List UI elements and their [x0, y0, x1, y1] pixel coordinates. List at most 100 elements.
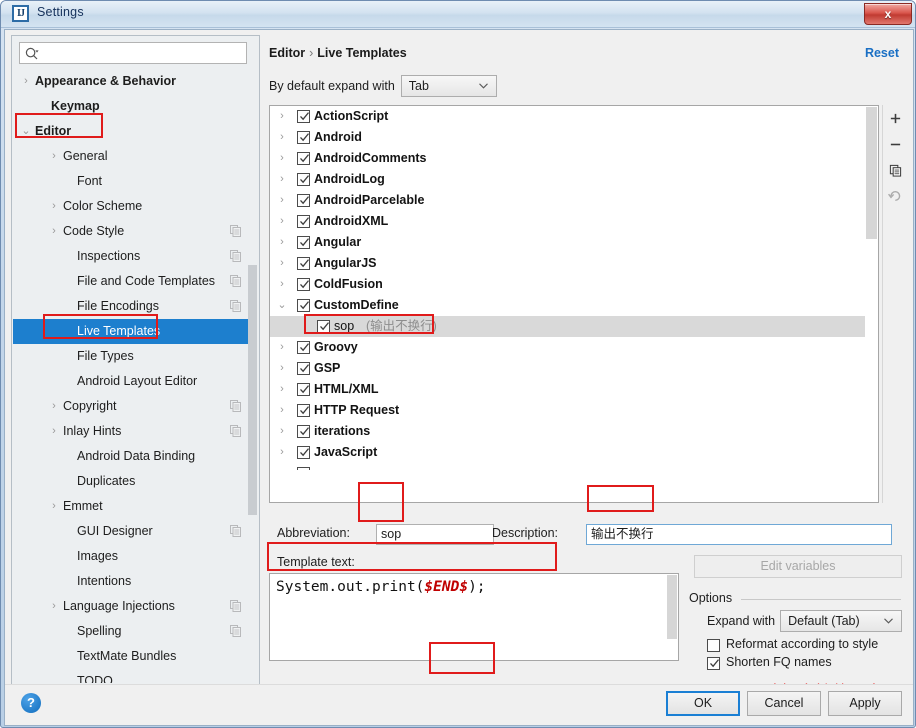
- template-text-scrollbar-thumb[interactable]: [667, 575, 677, 639]
- chevron-right-icon[interactable]: ›: [276, 463, 288, 470]
- chevron-right-icon[interactable]: ›: [48, 219, 60, 244]
- chevron-right-icon[interactable]: ›: [276, 400, 288, 421]
- template-row-actionscript[interactable]: › ActionScript: [270, 106, 878, 127]
- sidebar-item-file-types[interactable]: File Types: [13, 344, 253, 369]
- template-row-angularjs[interactable]: › AngularJS: [270, 253, 878, 274]
- chevron-right-icon[interactable]: ›: [48, 594, 60, 619]
- template-checkbox[interactable]: [297, 446, 310, 459]
- sidebar-item-todo[interactable]: TODO: [13, 669, 253, 683]
- remove-template-button[interactable]: [883, 131, 907, 157]
- template-checkbox[interactable]: [297, 299, 310, 312]
- template-checkbox[interactable]: [297, 383, 310, 396]
- chevron-down-icon[interactable]: ⌄: [20, 119, 32, 144]
- template-checkbox[interactable]: [297, 215, 310, 228]
- sidebar-item-inspections[interactable]: Inspections: [13, 244, 253, 269]
- sidebar-item-editor[interactable]: ⌄ Editor: [13, 119, 253, 144]
- sidebar-item-appearance-behavior[interactable]: › Appearance & Behavior: [13, 69, 253, 94]
- template-row-androidxml[interactable]: › AndroidXML: [270, 211, 878, 232]
- sidebar-item-language-injections[interactable]: › Language Injections: [13, 594, 253, 619]
- chevron-right-icon[interactable]: ›: [276, 379, 288, 400]
- cancel-button[interactable]: Cancel: [747, 691, 821, 716]
- apply-button[interactable]: Apply: [828, 691, 902, 716]
- sidebar-item-android-data-binding[interactable]: Android Data Binding: [13, 444, 253, 469]
- chevron-right-icon[interactable]: ›: [276, 169, 288, 190]
- duplicate-template-button[interactable]: [883, 157, 907, 183]
- template-row-angular[interactable]: › Angular: [270, 232, 878, 253]
- sidebar-item-images[interactable]: Images: [13, 544, 253, 569]
- search-input[interactable]: [44, 45, 246, 64]
- chevron-right-icon[interactable]: ›: [276, 442, 288, 463]
- close-icon[interactable]: x: [864, 3, 912, 25]
- sidebar-item-android-layout-editor[interactable]: Android Layout Editor: [13, 369, 253, 394]
- template-checkbox[interactable]: [297, 236, 310, 249]
- chevron-right-icon[interactable]: ›: [48, 419, 60, 444]
- sidebar-item-textmate-bundles[interactable]: TextMate Bundles: [13, 644, 253, 669]
- sidebar-item-file-encodings[interactable]: File Encodings: [13, 294, 253, 319]
- chevron-right-icon[interactable]: ›: [276, 337, 288, 358]
- expand-with-select[interactable]: Default (Tab): [780, 610, 903, 632]
- chevron-right-icon[interactable]: ›: [48, 144, 60, 169]
- template-row-androidparcelable[interactable]: › AndroidParcelable: [270, 190, 878, 211]
- description-input[interactable]: 输出不换行: [586, 524, 892, 545]
- chevron-right-icon[interactable]: ›: [276, 253, 288, 274]
- template-row-http-request[interactable]: › HTTP Request: [270, 400, 878, 421]
- template-checkbox[interactable]: [297, 467, 310, 470]
- chevron-down-icon[interactable]: ⌄: [276, 295, 288, 316]
- template-row-coldfusion[interactable]: › ColdFusion: [270, 274, 878, 295]
- chevron-right-icon[interactable]: ›: [20, 69, 32, 94]
- sidebar-item-duplicates[interactable]: Duplicates: [13, 469, 253, 494]
- template-row-gsp[interactable]: › GSP: [270, 358, 878, 379]
- sidebar-item-live-templates[interactable]: Live Templates: [13, 319, 253, 344]
- chevron-right-icon[interactable]: ›: [276, 127, 288, 148]
- sidebar-item-file-and-code-templates[interactable]: File and Code Templates: [13, 269, 253, 294]
- sidebar-item-spelling[interactable]: Spelling: [13, 619, 253, 644]
- chevron-right-icon[interactable]: ›: [276, 190, 288, 211]
- template-row-android[interactable]: › Android: [270, 127, 878, 148]
- chevron-right-icon[interactable]: ›: [276, 106, 288, 127]
- chevron-right-icon[interactable]: ›: [276, 421, 288, 442]
- breadcrumb-root[interactable]: Editor: [269, 46, 305, 60]
- sidebar-item-copyright[interactable]: › Copyright: [13, 394, 253, 419]
- add-template-button[interactable]: [883, 105, 907, 131]
- chevron-right-icon[interactable]: ›: [276, 274, 288, 295]
- template-row-partial[interactable]: ›: [270, 463, 878, 470]
- chevron-right-icon[interactable]: ›: [48, 194, 60, 219]
- default-expand-select[interactable]: Tab: [400, 75, 497, 97]
- template-checkbox[interactable]: [297, 341, 310, 354]
- sidebar-item-gui-designer[interactable]: GUI Designer: [13, 519, 253, 544]
- template-checkbox[interactable]: [297, 425, 310, 438]
- chevron-right-icon[interactable]: ›: [276, 211, 288, 232]
- template-list-scrollbar[interactable]: [865, 106, 878, 502]
- help-button[interactable]: ?: [21, 693, 41, 713]
- template-row-customdefine[interactable]: ⌄ CustomDefine: [270, 295, 878, 316]
- template-checkbox[interactable]: [297, 110, 310, 123]
- reset-link[interactable]: Reset: [865, 46, 899, 60]
- sidebar-item-code-style[interactable]: › Code Style: [13, 219, 253, 244]
- template-text-editor[interactable]: System.out.print($END$);: [269, 573, 679, 661]
- sidebar-item-emmet[interactable]: › Emmet: [13, 494, 253, 519]
- sidebar-item-intentions[interactable]: Intentions: [13, 569, 253, 594]
- template-checkbox[interactable]: [297, 257, 310, 270]
- search-box[interactable]: [19, 42, 247, 64]
- ok-button[interactable]: OK: [666, 691, 740, 716]
- template-checkbox[interactable]: [317, 320, 330, 333]
- sidebar-item-keymap[interactable]: Keymap: [13, 94, 253, 119]
- chevron-right-icon[interactable]: ›: [276, 358, 288, 379]
- chevron-right-icon[interactable]: ›: [48, 494, 60, 519]
- template-checkbox[interactable]: [297, 152, 310, 165]
- template-checkbox[interactable]: [297, 404, 310, 417]
- chevron-right-icon[interactable]: ›: [48, 394, 60, 419]
- template-checkbox[interactable]: [297, 194, 310, 207]
- template-group-list[interactable]: › ActionScript › Android › AndroidComments › An…: [269, 105, 879, 503]
- sidebar-item-general[interactable]: › General: [13, 144, 253, 169]
- sidebar-item-color-scheme[interactable]: › Color Scheme: [13, 194, 253, 219]
- template-row-javascript[interactable]: › JavaScript: [270, 442, 878, 463]
- chevron-right-icon[interactable]: ›: [276, 232, 288, 253]
- template-checkbox[interactable]: [297, 173, 310, 186]
- template-checkbox[interactable]: [297, 278, 310, 291]
- template-checkbox[interactable]: [297, 362, 310, 375]
- template-row-androidcomments[interactable]: › AndroidComments: [270, 148, 878, 169]
- template-row-androidlog[interactable]: › AndroidLog: [270, 169, 878, 190]
- template-row-html-xml[interactable]: › HTML/XML: [270, 379, 878, 400]
- template-row-sop[interactable]: sop (输出不换行): [270, 316, 878, 337]
